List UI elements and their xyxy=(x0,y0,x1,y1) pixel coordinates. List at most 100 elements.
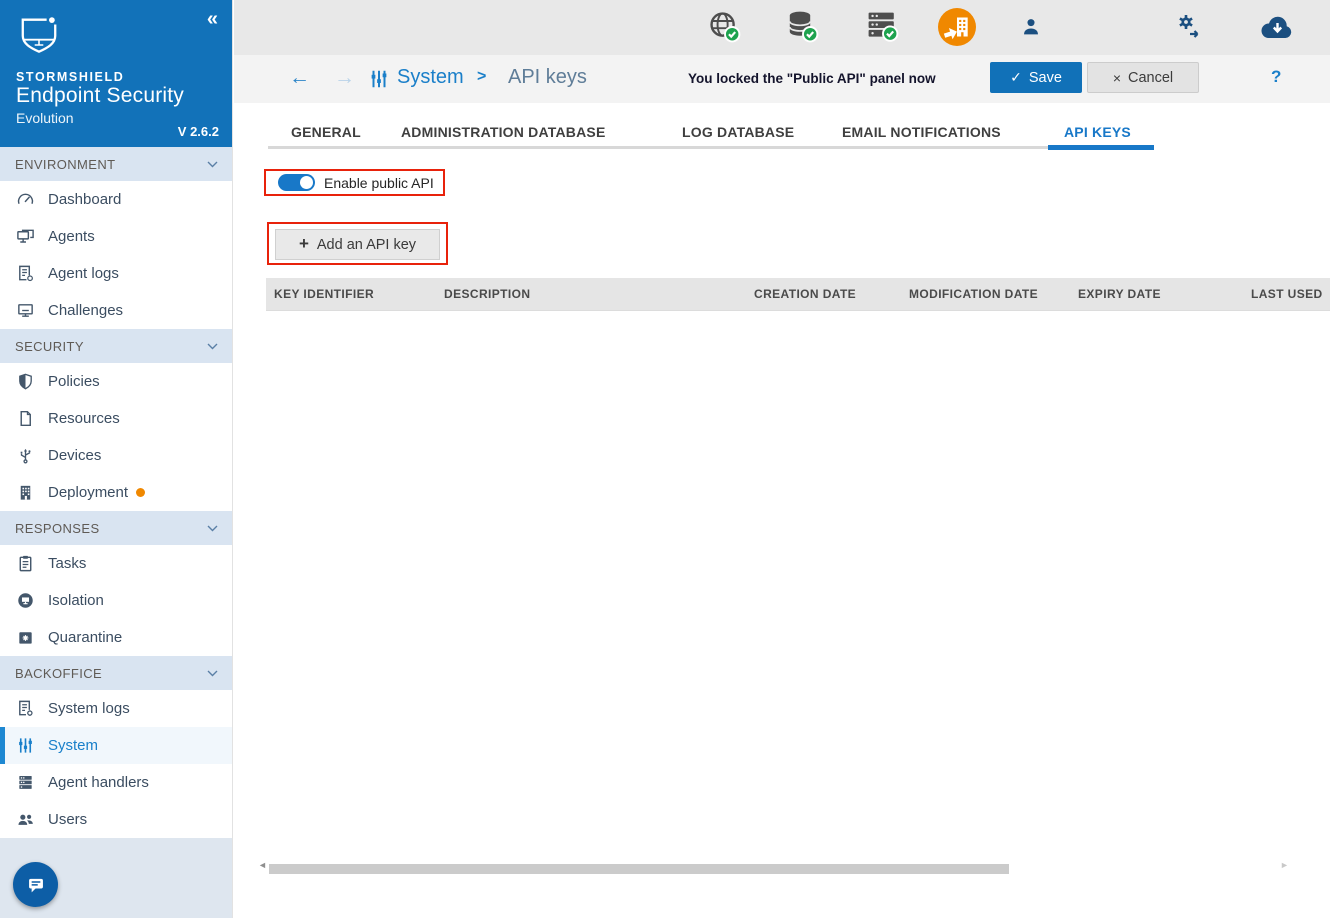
sidebar-section-responses[interactable]: RESPONSES xyxy=(0,511,232,545)
sidebar-item-label: Challenges xyxy=(48,302,123,319)
cancel-button[interactable]: × Cancel xyxy=(1087,62,1199,93)
stormshield-logo-icon xyxy=(16,13,62,55)
sidebar-item-label: Dashboard xyxy=(48,191,121,208)
agent-handlers-icon xyxy=(15,773,35,793)
resources-icon xyxy=(15,409,35,429)
breadcrumb-bar: ← → System > API keys You locked the "Pu… xyxy=(234,55,1330,103)
annotation-box-enable-api: Enable public API xyxy=(264,169,445,196)
tab-log-database[interactable]: LOG DATABASE xyxy=(682,124,794,140)
toggle-knob xyxy=(300,176,313,189)
cloud-download-icon[interactable] xyxy=(1257,7,1297,47)
sidebar-item-policies[interactable]: Policies xyxy=(0,363,232,400)
main-area: ← → System > API keys You locked the "Pu… xyxy=(234,0,1330,918)
tab-administration-database[interactable]: ADMINISTRATION DATABASE xyxy=(401,124,605,140)
enable-public-api-label: Enable public API xyxy=(324,175,434,191)
sidebar-item-agent-logs[interactable]: Agent logs xyxy=(0,255,232,292)
chevron-down-icon xyxy=(207,525,218,532)
dashboard-icon xyxy=(15,190,35,210)
horizontal-scrollbar-thumb[interactable] xyxy=(269,864,1009,874)
sidebar-item-label: Agents xyxy=(48,228,95,245)
sidebar-section-backoffice[interactable]: BACKOFFICE xyxy=(0,656,232,690)
server-status-icon[interactable] xyxy=(863,7,903,47)
sidebar-item-tasks[interactable]: Tasks xyxy=(0,545,232,582)
sidebar: « STORMSHIELD Endpoint Security Evolutio… xyxy=(0,0,233,918)
column-creation-date[interactable]: CREATION DATE xyxy=(754,278,856,311)
section-label: RESPONSES xyxy=(15,521,100,536)
annotation-box-add-api-key: + Add an API key xyxy=(267,222,448,265)
quarantine-icon xyxy=(15,628,35,648)
save-button-label: Save xyxy=(1029,70,1062,86)
breadcrumb-section[interactable]: System xyxy=(397,66,464,89)
chat-button[interactable] xyxy=(13,862,58,907)
section-label: SECURITY xyxy=(15,339,84,354)
top-toolbar xyxy=(234,0,1330,55)
column-last-used[interactable]: LAST USED xyxy=(1251,278,1323,311)
scroll-left-icon[interactable]: ◄ xyxy=(258,860,267,870)
services-gear-icon[interactable] xyxy=(1169,7,1209,47)
close-icon: × xyxy=(1113,70,1121,86)
column-key-identifier[interactable]: KEY IDENTIFIER xyxy=(274,278,374,311)
sidebar-item-label: Quarantine xyxy=(48,629,122,646)
sidebar-item-users[interactable]: Users xyxy=(0,801,232,838)
sidebar-item-label: Agent handlers xyxy=(48,774,149,791)
brand-header: « STORMSHIELD Endpoint Security Evolutio… xyxy=(0,0,232,147)
challenges-icon xyxy=(15,301,35,321)
sidebar-item-label: Tasks xyxy=(48,555,86,572)
sidebar-item-label: Policies xyxy=(48,373,100,390)
policies-icon xyxy=(15,372,35,392)
help-icon[interactable]: ? xyxy=(1271,67,1281,87)
sidebar-item-system[interactable]: System xyxy=(0,727,232,764)
settings-tabs: GENERAL ADMINISTRATION DATABASE LOG DATA… xyxy=(234,103,1330,153)
sidebar-section-environment[interactable]: ENVIRONMENT xyxy=(0,147,232,181)
breadcrumb-separator: > xyxy=(477,68,486,86)
tab-email-notifications[interactable]: EMAIL NOTIFICATIONS xyxy=(842,124,1001,140)
sidebar-item-isolation[interactable]: Isolation xyxy=(0,582,232,619)
sidebar-item-devices[interactable]: Devices xyxy=(0,437,232,474)
add-api-key-button[interactable]: + Add an API key xyxy=(275,229,440,260)
sidebar-item-label: Isolation xyxy=(48,592,104,609)
collapse-sidebar-icon[interactable]: « xyxy=(207,8,218,31)
sidebar-section-security[interactable]: SECURITY xyxy=(0,329,232,363)
sidebar-item-agent-handlers[interactable]: Agent handlers xyxy=(0,764,232,801)
sidebar-item-resources[interactable]: Resources xyxy=(0,400,232,437)
tab-general[interactable]: GENERAL xyxy=(291,124,361,140)
sidebar-item-label: Agent logs xyxy=(48,265,119,282)
sidebar-item-label: Resources xyxy=(48,410,120,427)
enable-public-api-toggle[interactable] xyxy=(278,174,315,191)
product-version: V 2.6.2 xyxy=(178,124,219,139)
product-edition: Evolution xyxy=(16,110,74,126)
save-button[interactable]: ✓ Save xyxy=(990,62,1082,93)
column-modification-date[interactable]: MODIFICATION DATE xyxy=(909,278,1038,311)
agents-icon xyxy=(15,227,35,247)
deployment-pending-icon[interactable] xyxy=(937,7,977,47)
back-arrow-icon[interactable]: ← xyxy=(289,66,310,90)
database-status-icon[interactable] xyxy=(783,7,823,47)
tab-underline xyxy=(268,146,1048,149)
forward-arrow-icon[interactable]: → xyxy=(334,66,355,90)
sidebar-item-dashboard[interactable]: Dashboard xyxy=(0,181,232,218)
deployment-icon xyxy=(15,483,35,503)
scroll-right-icon[interactable]: ► xyxy=(1280,860,1289,870)
sidebar-item-challenges[interactable]: Challenges xyxy=(0,292,232,329)
chevron-down-icon xyxy=(207,670,218,677)
users-icon xyxy=(15,810,35,830)
chevron-down-icon xyxy=(207,343,218,350)
panel-lock-status-message: You locked the "Public API" panel now xyxy=(688,71,936,86)
sidebar-item-deployment[interactable]: Deployment xyxy=(0,474,232,511)
sidebar-item-label: Users xyxy=(48,811,87,828)
sidebar-item-quarantine[interactable]: Quarantine xyxy=(0,619,232,656)
sidebar-item-label: System xyxy=(48,737,98,754)
section-label: BACKOFFICE xyxy=(15,666,102,681)
plus-icon: + xyxy=(299,234,309,254)
system-logs-icon xyxy=(15,699,35,719)
breadcrumb-page-title: API keys xyxy=(508,66,587,89)
brand-name: STORMSHIELD xyxy=(16,70,124,84)
user-icon[interactable] xyxy=(1011,7,1051,47)
column-expiry-date[interactable]: EXPIRY DATE xyxy=(1078,278,1161,311)
web-status-icon[interactable] xyxy=(705,7,745,47)
tab-api-keys[interactable]: API KEYS xyxy=(1064,124,1131,140)
column-description[interactable]: DESCRIPTION xyxy=(444,278,530,311)
api-keys-table-body-empty xyxy=(266,312,1330,352)
sidebar-item-system-logs[interactable]: System logs xyxy=(0,690,232,727)
sidebar-item-agents[interactable]: Agents xyxy=(0,218,232,255)
